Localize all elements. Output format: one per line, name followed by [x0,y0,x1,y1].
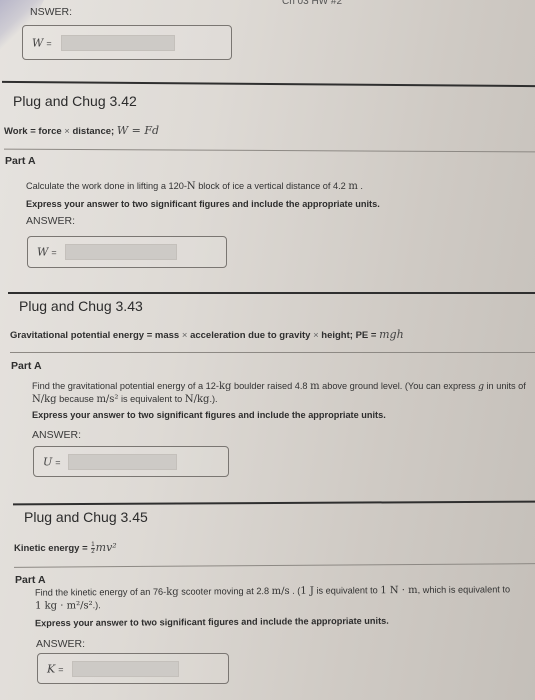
answer-label: ANSWER: [36,638,86,650]
formula-kinetic-energy: Kinetic energy = 1 2 mv² [14,541,117,555]
answer-input-w-previous[interactable] [61,34,175,51]
answer-variable: W = [37,245,57,259]
assignment-header: Ch 03 HW #2 [282,0,343,7]
section-divider [8,292,535,294]
part-a-label: Part A [11,360,42,372]
question-text: Find the gravitational potential energy … [32,381,526,405]
formula-work: Work = force × distance; W = Fd [4,124,160,137]
instruction-text: Express your answer to two significant f… [32,410,386,420]
answer-input-u[interactable] [68,453,177,470]
section-title-3-42: Plug and Chug 3.42 [13,93,137,109]
divider [10,352,535,353]
answer-variable: W = [32,36,52,49]
part-a-label: Part A [5,155,36,167]
part-a-label: Part A [15,574,46,586]
divider [4,148,535,153]
fraction-one-half: 12 [91,541,95,555]
instruction-text: Express your answer to two significant f… [34,615,389,629]
formula-potential-energy: Gravitational potential energy = mass × … [10,328,404,341]
answer-label: NSWER: [30,6,72,18]
answer-label: ANSWER: [26,215,76,227]
answer-box: U = [33,446,229,477]
answer-box: W = [27,236,227,268]
question-text: Calculate the work done in lifting a 120… [26,181,363,192]
answer-input-k[interactable] [72,660,179,677]
answer-variable: U = [43,455,61,468]
instruction-text: Express your answer to two significant f… [26,199,380,209]
section-title-3-45: Plug and Chug 3.45 [24,509,148,525]
section-divider [12,500,535,506]
answer-variable: K = [47,662,64,675]
question-text: Find the kinetic energy of an 76-kg scoo… [34,584,511,612]
divider [14,563,535,568]
answer-input-w[interactable] [65,244,177,260]
section-title-3-43: Plug and Chug 3.43 [19,298,143,314]
answer-box: W = [22,25,232,60]
answer-box: K = [37,653,229,684]
answer-label: ANSWER: [32,429,82,441]
section-divider [2,80,535,88]
